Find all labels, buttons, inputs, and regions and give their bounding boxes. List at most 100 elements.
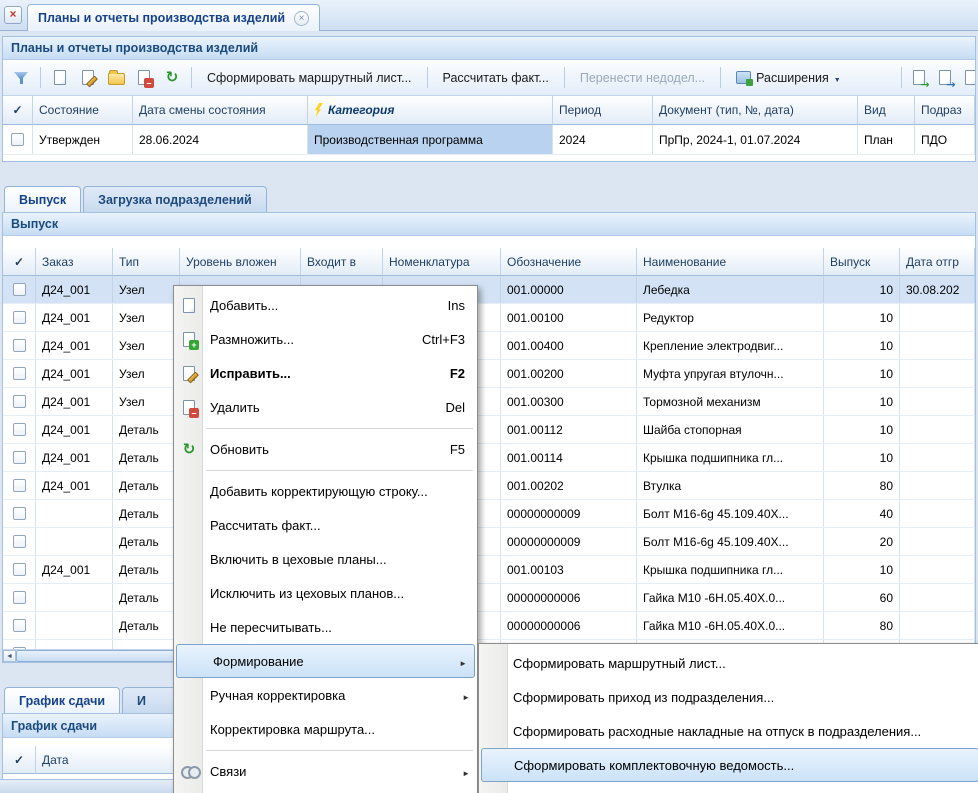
menu-item-shortcut: Ctrl+F3 xyxy=(404,332,465,347)
menu-item-duplicate[interactable]: Размножить... Ctrl+F3 xyxy=(174,322,477,356)
header-level[interactable]: Уровень вложен xyxy=(180,248,301,276)
header-document[interactable]: Документ (тип, №, дата) xyxy=(653,96,858,125)
tab-schedule[interactable]: График сдачи xyxy=(4,687,120,713)
delete-document-icon xyxy=(135,69,153,87)
table-row[interactable]: Д24_001 Деталь 001.00103 Крышка подшипни… xyxy=(3,556,975,584)
menu-item-add[interactable]: Добавить... Ins xyxy=(174,288,477,322)
application-window: × Планы и отчеты производства изделий × … xyxy=(0,0,978,793)
header-select-column[interactable]: ✓ xyxy=(3,248,36,276)
checkbox[interactable] xyxy=(13,507,26,520)
export-button[interactable] xyxy=(906,65,932,91)
menu-item-calc-fact[interactable]: Рассчитать факт... xyxy=(174,508,477,542)
table-row[interactable]: Утвержден 28.06.2024 Производственная пр… xyxy=(3,125,975,155)
menu-item-add-correction-row[interactable]: Добавить корректирующую строку... xyxy=(174,474,477,508)
table-row[interactable]: Д24_001 Узел 001.00100 Редуктор 10 xyxy=(3,304,975,332)
table-row[interactable]: Деталь 00000000006 Гайка М10 -6Н.05.40Х.… xyxy=(3,584,975,612)
table-row[interactable]: Деталь 00000000009 Болт М16-6g 45.109.40… xyxy=(3,500,975,528)
add-button[interactable] xyxy=(47,65,73,91)
extensions-button[interactable]: Расширения xyxy=(727,65,850,91)
header-ship-date[interactable]: Дата отгр xyxy=(900,248,975,276)
menu-item-partial[interactable] xyxy=(174,788,477,793)
submenu-item-invoices[interactable]: Сформировать расходные накладные на отпу… xyxy=(479,714,978,748)
table-row[interactable]: Д24_001 Деталь 001.00114 Крышка подшипни… xyxy=(3,444,975,472)
cell-ship-date xyxy=(900,528,975,555)
menu-item-include-shop-plans[interactable]: Включить в цеховые планы... xyxy=(174,542,477,576)
menu-item-links[interactable]: Связи xyxy=(174,754,477,788)
document-tab[interactable]: Планы и отчеты производства изделий × xyxy=(27,4,320,31)
header-category[interactable]: Категория xyxy=(308,96,553,125)
toolbar: Сформировать маршрутный лист... Рассчита… xyxy=(3,60,975,96)
checkbox[interactable] xyxy=(13,563,26,576)
open-button[interactable] xyxy=(103,65,129,91)
menu-item-delete[interactable]: Удалить Del xyxy=(174,390,477,424)
import-button[interactable] xyxy=(932,65,958,91)
menu-item-shortcut: Del xyxy=(427,400,465,415)
table-row[interactable]: Д24_001 Деталь 001.00202 Втулка 80 xyxy=(3,472,975,500)
checkbox[interactable] xyxy=(11,133,24,146)
header-date[interactable]: Дата xyxy=(36,746,176,774)
menu-item-exclude-shop-plans[interactable]: Исключить из цеховых планов... xyxy=(174,576,477,610)
table-row[interactable]: Д24_001 Узел 001.00300 Тормозной механиз… xyxy=(3,388,975,416)
close-all-tabs-button[interactable]: × xyxy=(4,6,22,24)
edit-button[interactable] xyxy=(75,65,101,91)
calculate-fact-button[interactable]: Рассчитать факт... xyxy=(434,65,558,91)
cell-period: 2024 xyxy=(553,125,653,154)
checkbox[interactable] xyxy=(13,423,26,436)
submenu-item-picking-list[interactable]: Сформировать комплектовочную ведомость..… xyxy=(481,748,978,782)
menu-item-no-recalc[interactable]: Не пересчитывать... xyxy=(174,610,477,644)
header-period[interactable]: Период xyxy=(553,96,653,125)
submenu-item-route-sheet[interactable]: Сформировать маршрутный лист... xyxy=(479,646,978,680)
checkbox[interactable] xyxy=(13,283,26,296)
checkbox[interactable] xyxy=(13,619,26,632)
menu-item-edit[interactable]: Исправить... F2 xyxy=(174,356,477,390)
header-select-column[interactable]: ✓ xyxy=(3,746,36,774)
checkbox[interactable] xyxy=(13,479,26,492)
more-actions-button[interactable] xyxy=(958,65,976,91)
header-division[interactable]: Подраз xyxy=(915,96,975,125)
table-row[interactable]: Д24_001 Деталь 001.00112 Шайба стопорная… xyxy=(3,416,975,444)
header-designation[interactable]: Обозначение xyxy=(501,248,637,276)
checkbox[interactable] xyxy=(13,591,26,604)
cell-name: Редуктор xyxy=(637,304,824,331)
tab-close-icon[interactable]: × xyxy=(294,11,309,26)
submenu-item-incoming[interactable]: Сформировать приход из подразделения... xyxy=(479,680,978,714)
cell-qty: 10 xyxy=(824,332,900,359)
header-qty[interactable]: Выпуск xyxy=(824,248,900,276)
header-type[interactable]: Тип xyxy=(113,248,180,276)
menu-item-refresh[interactable]: Обновить F5 xyxy=(174,432,477,466)
add-page-icon xyxy=(174,298,204,313)
checkbox[interactable] xyxy=(13,367,26,380)
menu-item-manual-correction[interactable]: Ручная корректировка xyxy=(174,678,477,712)
header-name[interactable]: Наименование xyxy=(637,248,824,276)
table-row[interactable]: Д24_001 Узел 001.00400 Крепление электро… xyxy=(3,332,975,360)
tab-load[interactable]: Загрузка подразделений xyxy=(83,186,267,212)
table-row[interactable]: Д24_001 Узел 001.00200 Муфта упругая вту… xyxy=(3,360,975,388)
header-state-date[interactable]: Дата смены состояния xyxy=(133,96,308,125)
table-row[interactable]: Деталь 00000000006 Гайка М10 -6Н.05.40Х.… xyxy=(3,612,975,640)
header-state[interactable]: Состояние xyxy=(33,96,133,125)
checkbox[interactable] xyxy=(13,451,26,464)
menu-item-route-correction[interactable]: Корректировка маршрута... xyxy=(174,712,477,746)
checkbox[interactable] xyxy=(13,311,26,324)
menu-item-forming[interactable]: Формирование xyxy=(176,644,475,678)
tab-output[interactable]: Выпуск xyxy=(4,186,81,212)
checkbox[interactable] xyxy=(13,535,26,548)
header-select-column[interactable]: ✓ xyxy=(3,96,33,125)
cell-designation: 00000000006 xyxy=(501,584,637,611)
checkbox[interactable] xyxy=(13,339,26,352)
edit-page-icon xyxy=(174,366,204,381)
filter-button[interactable] xyxy=(8,65,34,91)
header-nomenclature[interactable]: Номенклатура xyxy=(383,248,501,276)
header-order[interactable]: Заказ xyxy=(36,248,113,276)
cell-designation: 001.00202 xyxy=(501,472,637,499)
checkbox[interactable] xyxy=(13,395,26,408)
scroll-left-button[interactable] xyxy=(3,650,16,662)
check-icon: ✓ xyxy=(12,103,22,117)
table-row[interactable]: Деталь 00000000009 Болт М16-6g 45.109.40… xyxy=(3,528,975,556)
refresh-button[interactable] xyxy=(159,65,185,91)
header-parent[interactable]: Входит в xyxy=(301,248,383,276)
generate-route-sheet-button[interactable]: Сформировать маршрутный лист... xyxy=(198,65,421,91)
table-row[interactable]: Д24_001 Узел 0 Д100000001 001.00000 Лебе… xyxy=(3,276,975,304)
delete-button[interactable] xyxy=(131,65,157,91)
header-kind[interactable]: Вид xyxy=(858,96,915,125)
